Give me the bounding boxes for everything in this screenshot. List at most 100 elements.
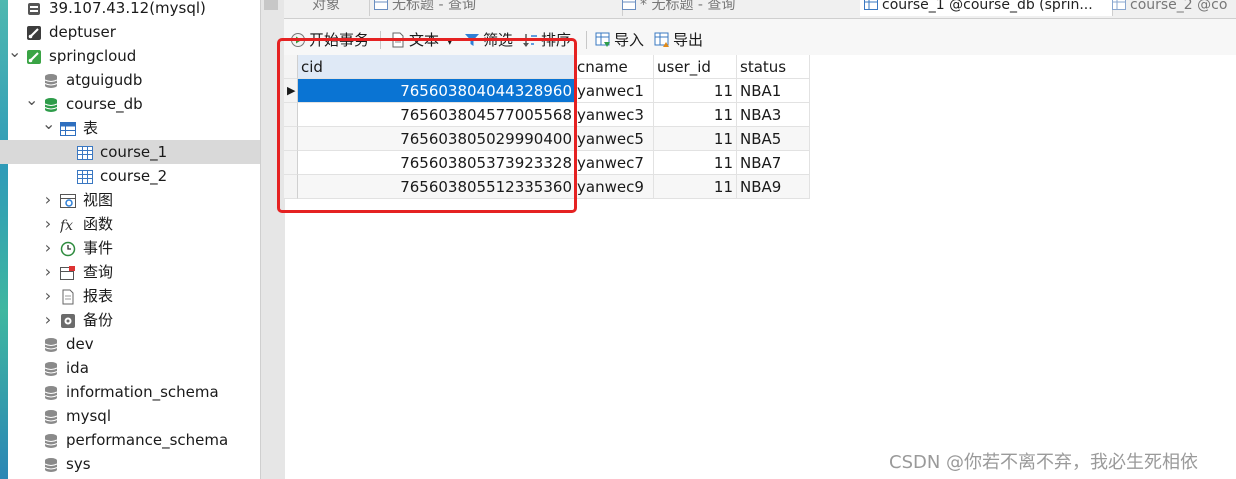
table-cell-cid[interactable]: 765603805029990400 — [298, 127, 576, 151]
tree-item-node-10[interactable]: › 事件 — [0, 236, 260, 260]
tree-item-information-schema[interactable]: information_schema — [0, 380, 260, 404]
tree-item-label: sys — [66, 455, 91, 473]
table-cell-user-id[interactable]: 11 — [654, 151, 737, 175]
tree-item-node-13[interactable]: › 备份 — [0, 308, 260, 332]
table-cell-cname[interactable]: yanwec5 — [576, 127, 654, 151]
chevron-down-icon[interactable]: ▾ — [447, 34, 453, 48]
table-cell-cname[interactable]: yanwec7 — [576, 151, 654, 175]
row-indicator-header — [284, 55, 298, 79]
chevron-down-icon[interactable]: ⌄ — [42, 116, 55, 140]
table-cell-cid[interactable]: 765603805373923328 — [298, 151, 576, 175]
tab-course-1[interactable]: course_1 @course_db (sprin... — [860, 0, 1113, 16]
tab-course-2[interactable]: course_2 @co — [1108, 0, 1236, 16]
database-icon — [43, 456, 59, 472]
table-cell-status[interactable]: NBA9 — [737, 175, 810, 199]
tree-item-node-9[interactable]: › fx 函数 — [0, 212, 260, 236]
tree-item-label: dev — [66, 335, 94, 353]
tab-untitled-query-modified[interactable]: * 无标题 - 查询 — [618, 0, 865, 16]
tree-item-course-2[interactable]: course_2 — [0, 164, 260, 188]
table-cell-cid[interactable]: 765603804044328960 — [298, 79, 576, 103]
current-row-marker[interactable]: ▶ — [284, 79, 298, 103]
column-header-user-id[interactable]: user_id — [654, 55, 737, 79]
tree-item-node-12[interactable]: › 报表 — [0, 284, 260, 308]
tree-item-course-1[interactable]: course_1 — [0, 140, 260, 164]
tree-item-mysql[interactable]: mysql — [0, 404, 260, 428]
panel-splitter[interactable] — [260, 0, 285, 479]
table-tab-icon — [864, 0, 878, 10]
toolbar-separator — [586, 31, 587, 49]
table-icon — [77, 144, 93, 160]
chevron-down-icon[interactable]: ⌄ — [25, 92, 38, 116]
transaction-icon — [290, 32, 306, 48]
tree-item-dev[interactable]: dev — [0, 332, 260, 356]
tree-item-atguigudb[interactable]: atguigudb — [0, 68, 260, 92]
views-icon — [60, 192, 76, 208]
tree-item-course-db[interactable]: ⌄ course_db — [0, 92, 260, 116]
backup-icon — [60, 312, 76, 328]
export-button[interactable]: 导出 — [654, 29, 703, 51]
begin-transaction-button[interactable]: 开始事务 — [290, 29, 369, 51]
tree-item-node-11[interactable]: › 查询 — [0, 260, 260, 284]
table-cell-cname[interactable]: yanwec9 — [576, 175, 654, 199]
tree-item-label: 报表 — [83, 287, 114, 305]
tree-item-label: mysql — [66, 407, 111, 425]
table-cell-user-id[interactable]: 11 — [654, 79, 737, 103]
database-icon — [43, 336, 59, 352]
column-header-cname[interactable]: cname — [576, 55, 654, 79]
tree-item-sys[interactable]: sys — [0, 452, 260, 476]
tab-bar: 对象 无标题 - 查询 * 无标题 - 查询 course_1 @course_… — [284, 0, 1236, 19]
tree-item-springcloud[interactable]: ⌄ springcloud — [0, 44, 260, 68]
tree-item-label: 函数 — [83, 215, 114, 233]
server-connection-icon — [26, 0, 42, 16]
tree-item-label: course_1 — [100, 143, 168, 161]
tree-item-label: course_2 — [100, 167, 168, 185]
import-button[interactable]: 导入 — [595, 29, 644, 51]
table-cell-status[interactable]: NBA7 — [737, 151, 810, 175]
table-cell-cid[interactable]: 765603804577005568 — [298, 103, 576, 127]
tree-item-label: course_db — [66, 95, 143, 113]
sort-button[interactable]: 排序 — [522, 29, 571, 51]
table-cell-user-id[interactable]: 11 — [654, 103, 737, 127]
database-icon — [43, 360, 59, 376]
tab-label: course_1 @course_db (sprin... — [882, 0, 1093, 13]
connection-icon — [26, 24, 42, 40]
chevron-right-icon[interactable]: › — [42, 284, 54, 308]
table-cell-cname[interactable]: yanwec1 — [576, 79, 654, 103]
filter-button[interactable]: 筛选 — [464, 29, 513, 51]
database-icon — [43, 72, 59, 88]
chevron-right-icon[interactable]: › — [42, 260, 54, 284]
table-cell-cid[interactable]: 765603805512335360 — [298, 175, 576, 199]
tree-item-node-5[interactable]: ⌄ 表 — [0, 116, 260, 140]
tab-objects[interactable]: 对象 — [284, 0, 370, 16]
row-indicator[interactable] — [284, 175, 298, 199]
report-icon — [60, 288, 76, 305]
row-indicator[interactable] — [284, 127, 298, 151]
table-cell-status[interactable]: NBA1 — [737, 79, 810, 103]
table-cell-status[interactable]: NBA3 — [737, 103, 810, 127]
splitter-scroll-thumb[interactable] — [264, 0, 278, 10]
tree-item-39-107-43-12-mysql[interactable]: 39.107.43.12(mysql) — [0, 0, 260, 20]
row-indicator[interactable] — [284, 103, 298, 127]
chevron-right-icon[interactable]: › — [42, 308, 54, 332]
table-cell-user-id[interactable]: 11 — [654, 127, 737, 151]
import-table-icon — [595, 32, 611, 48]
column-header-cid[interactable]: cid — [298, 55, 576, 79]
chevron-right-icon[interactable]: › — [42, 212, 54, 236]
column-header-status[interactable]: status — [737, 55, 810, 79]
database-open-icon — [43, 96, 59, 112]
chevron-right-icon[interactable]: › — [42, 188, 54, 212]
tree-item-node-8[interactable]: › 视图 — [0, 188, 260, 212]
chevron-down-icon[interactable]: ⌄ — [8, 44, 21, 68]
tab-untitled-query[interactable]: 无标题 - 查询 — [370, 0, 623, 16]
row-indicator[interactable] — [284, 151, 298, 175]
tree-item-ida[interactable]: ida — [0, 356, 260, 380]
chevron-right-icon[interactable]: › — [42, 236, 54, 260]
table-cell-user-id[interactable]: 11 — [654, 175, 737, 199]
function-icon: fx — [59, 216, 76, 234]
table-cell-status[interactable]: NBA5 — [737, 127, 810, 151]
tree-item-performance-schema[interactable]: performance_schema — [0, 428, 260, 452]
table-cell-cname[interactable]: yanwec3 — [576, 103, 654, 127]
text-view-button[interactable]: 文本 ▾ — [390, 29, 453, 51]
export-table-icon — [654, 32, 670, 48]
tree-item-deptuser[interactable]: deptuser — [0, 20, 260, 44]
